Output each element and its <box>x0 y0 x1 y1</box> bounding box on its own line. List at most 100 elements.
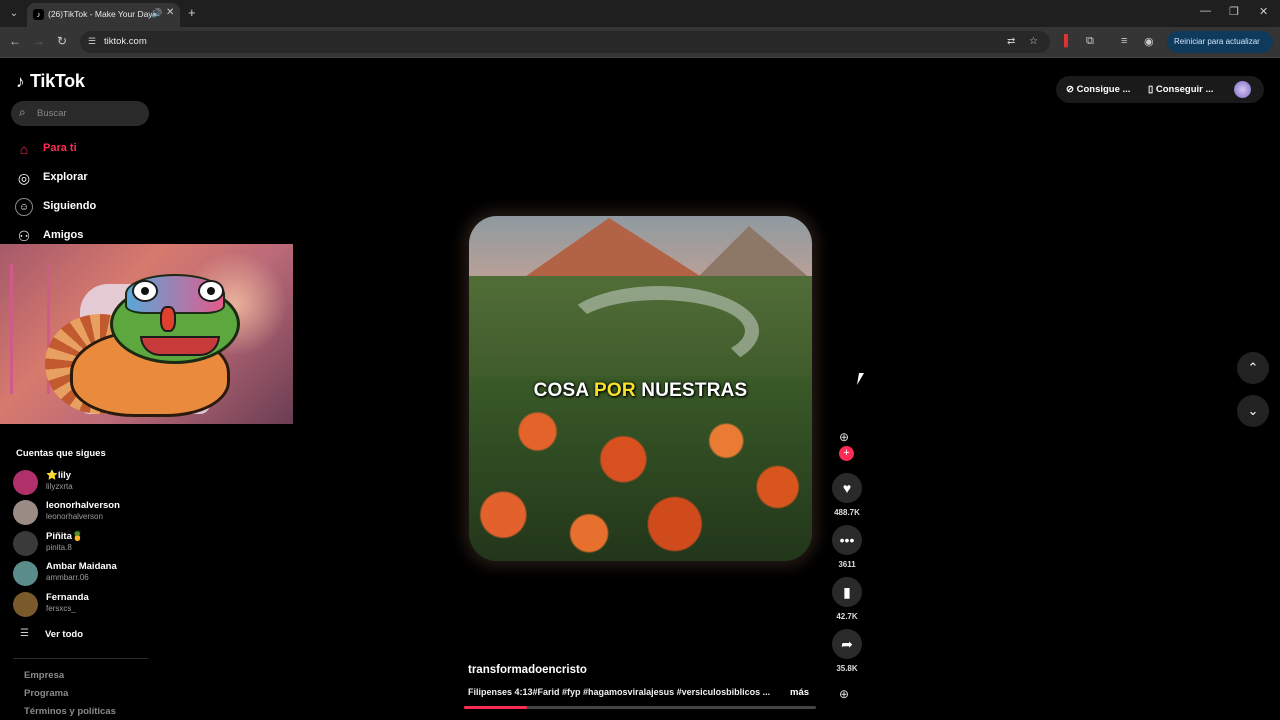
account-handle: ammbarr.06 <box>46 573 89 582</box>
sidebar-divider <box>13 658 148 659</box>
compass-icon: ◎ <box>17 170 31 186</box>
address-bar[interactable]: ☰ tiktok.com ⇄ ☆ <box>80 31 1050 53</box>
video-progress-bar[interactable] <box>464 706 816 709</box>
restore-icon[interactable]: ❐ <box>1229 5 1239 18</box>
avatar <box>13 470 38 495</box>
tab-title: (26)TikTok - Make Your Day <box>48 9 153 19</box>
like-button[interactable]: ♥ 488.7K <box>831 473 863 517</box>
site-info-icon[interactable]: ☰ <box>88 36 96 47</box>
coin-icon: ⊘ <box>1066 84 1077 95</box>
account-name: leonorhalverson <box>46 500 120 511</box>
account-item[interactable]: Ambar Maidana ammbarr.06 <box>13 560 163 586</box>
creator-avatar-icon[interactable]: ⊕ <box>839 430 849 444</box>
share-button[interactable]: ➦ 35.8K <box>831 629 863 673</box>
account-name: Piñita🍍 <box>46 531 84 542</box>
video-description: Filipenses 4:13#Farid #fyp #hagamosviral… <box>468 687 771 697</box>
nav-label: Explorar <box>43 171 88 183</box>
account-name: ⭐lily <box>46 470 72 481</box>
window-close-icon[interactable]: ✕ <box>1259 5 1268 18</box>
comment-count: 3611 <box>838 560 856 569</box>
tab-search-icon[interactable]: ⌄ <box>6 6 22 22</box>
heart-icon: ♥ <box>832 473 862 503</box>
frog-eye-left <box>132 280 158 302</box>
avatar <box>13 561 38 586</box>
caption-part: COSA <box>533 380 595 401</box>
bookmark-icon: ▮ <box>832 577 862 607</box>
friends-icon: ⚇ <box>17 228 31 244</box>
new-tab-icon[interactable]: + <box>188 5 196 20</box>
sound-avatar-icon[interactable]: ⊕ <box>839 687 849 701</box>
update-button[interactable]: Reiniciar para actualizar <box>1167 31 1273 53</box>
following-section-title: Cuentas que sigues <box>16 448 106 459</box>
tiktok-note-icon: ♪ <box>16 72 25 91</box>
search-placeholder: Buscar <box>37 108 67 119</box>
follow-plus-icon[interactable]: + <box>839 446 854 461</box>
account-item[interactable]: leonorhalverson leonorhalverson <box>13 499 163 525</box>
bookmark-star-icon[interactable]: ☆ <box>1029 36 1038 47</box>
account-item[interactable]: Fernanda fersxcs_ <box>13 591 163 617</box>
user-avatar[interactable] <box>1234 81 1251 98</box>
nav-following[interactable]: ☺ Siguiendo <box>15 196 155 218</box>
browser-tab[interactable]: ♪ (26)TikTok - Make Your Day 🔊 ✕ <box>27 3 180 27</box>
next-video-button[interactable]: ⌄ <box>1237 395 1269 427</box>
get-app-button[interactable]: ▯ Conseguir ... <box>1148 84 1213 95</box>
tab-close-icon[interactable]: ✕ <box>166 7 174 18</box>
more-button[interactable]: más <box>790 687 809 698</box>
forward-icon[interactable]: → <box>33 34 45 48</box>
footer-link-terms[interactable]: Términos y políticas <box>24 706 116 717</box>
tiktok-favicon-icon: ♪ <box>33 9 44 20</box>
nav-explore[interactable]: ◎ Explorar <box>15 167 155 189</box>
share-count: 35.8K <box>836 664 858 673</box>
video-caption: COSA POR NUESTRAS <box>469 380 812 402</box>
browser-tab-bar: ⌄ ♪ (26)TikTok - Make Your Day 🔊 ✕ + — ❐… <box>0 0 1280 27</box>
like-count: 488.7K <box>834 508 860 517</box>
home-icon: ⌂ <box>19 141 29 157</box>
save-count: 42.7K <box>836 612 858 621</box>
extensions-puzzle-icon[interactable]: ⧉ <box>1086 35 1094 48</box>
logo-text: TikTok <box>30 71 85 91</box>
see-all-button[interactable]: ☰ Ver todo <box>20 628 140 642</box>
minimize-icon[interactable]: — <box>1200 5 1211 17</box>
following-icon: ☺ <box>15 198 33 216</box>
footer-link-programa[interactable]: Programa <box>24 688 68 699</box>
save-button[interactable]: ▮ 42.7K <box>831 577 863 621</box>
get-app-label: Conseguir ... <box>1155 84 1214 95</box>
phone-icon: ▯ <box>1148 84 1156 95</box>
footer-link-empresa[interactable]: Empresa <box>24 670 64 681</box>
account-handle: pinita.8 <box>46 543 72 552</box>
caption-part: NUESTRAS <box>635 380 748 401</box>
media-controls-icon[interactable]: ≡ <box>1121 35 1127 47</box>
account-name: Ambar Maidana <box>46 561 117 572</box>
avatar <box>13 500 38 525</box>
back-icon[interactable]: ← <box>9 34 21 48</box>
account-item[interactable]: Piñita🍍 pinita.8 <box>13 530 163 556</box>
background-shelf <box>10 264 50 394</box>
get-coins-button[interactable]: ⊘ Consigue ... <box>1066 84 1130 95</box>
top-right-actions: ⊘ Consigue ... ▯ Conseguir ... <box>1056 76 1264 103</box>
reload-icon[interactable]: ↻ <box>57 34 67 48</box>
browser-toolbar: ← → ↻ ☰ tiktok.com ⇄ ☆ ▌ ⧉ ≡ ◉ Reiniciar… <box>0 27 1280 57</box>
share-icon: ➦ <box>832 629 862 659</box>
nav-label: Amigos <box>43 229 84 241</box>
caption-highlight: POR <box>594 380 636 401</box>
toolbar-divider <box>0 57 1280 58</box>
account-handle: fersxcs_ <box>46 604 76 613</box>
comment-button[interactable]: ••• 3611 <box>831 525 863 569</box>
profile-icon[interactable]: ◉ <box>1144 35 1154 48</box>
comment-icon: ••• <box>832 525 862 555</box>
search-icon: ⌕ <box>19 105 26 119</box>
video-player[interactable]: COSA POR NUESTRAS <box>469 216 812 561</box>
audio-playing-icon[interactable]: 🔊 <box>151 8 162 19</box>
tiktok-logo[interactable]: ♪ TikTok <box>16 71 85 92</box>
video-author[interactable]: transformadoencristo <box>468 664 587 676</box>
search-input[interactable]: ⌕ Buscar <box>11 101 149 126</box>
chevron-down-icon: ⌄ <box>1247 403 1259 418</box>
translate-icon[interactable]: ⇄ <box>1007 36 1015 47</box>
account-item[interactable]: ⭐lily lilyzxrta <box>13 469 163 495</box>
previous-video-button[interactable]: ⌃ <box>1237 352 1269 384</box>
frog-eye-right <box>198 280 224 302</box>
account-handle: lilyzxrta <box>46 482 73 491</box>
nav-for-you[interactable]: ⌂ Para ti <box>15 138 155 160</box>
extension-icon[interactable]: ▌ <box>1064 35 1072 47</box>
account-handle: leonorhalverson <box>46 512 103 521</box>
